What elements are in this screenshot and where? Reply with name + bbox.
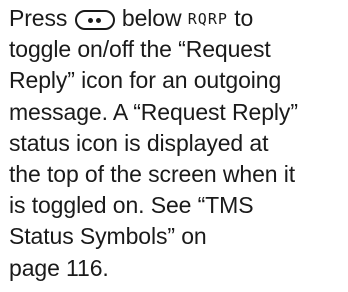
paragraph-line-6: the top of the screen when it (9, 160, 296, 187)
paragraph-line-3: Reply” icon for an outgoing (9, 67, 282, 94)
paragraph-line-2: toggle on/off the “Request (9, 36, 271, 63)
paragraph-line-4: message. A “Request Reply” (9, 98, 298, 125)
paragraph-line-7: is toggled on. See “TMS (9, 192, 254, 219)
paragraph-line-1: Press below RQRP to (9, 3, 345, 34)
instruction-paragraph: Press below RQRP to toggle on/off the “R… (9, 3, 345, 284)
below-text: below (115, 5, 188, 31)
paragraph-line-8: Status Symbols” on (9, 223, 207, 250)
paragraph-line-5: status icon is displayed at (9, 129, 269, 156)
button-dot-left (87, 17, 93, 23)
to-text: to (227, 5, 254, 31)
softkey-label-rqrp: RQRP (187, 10, 228, 28)
softkey-button-icon (74, 10, 115, 30)
button-dot-right (95, 17, 101, 23)
paragraph-line-9: page 116. (9, 254, 109, 281)
press-text: Press (9, 5, 74, 31)
